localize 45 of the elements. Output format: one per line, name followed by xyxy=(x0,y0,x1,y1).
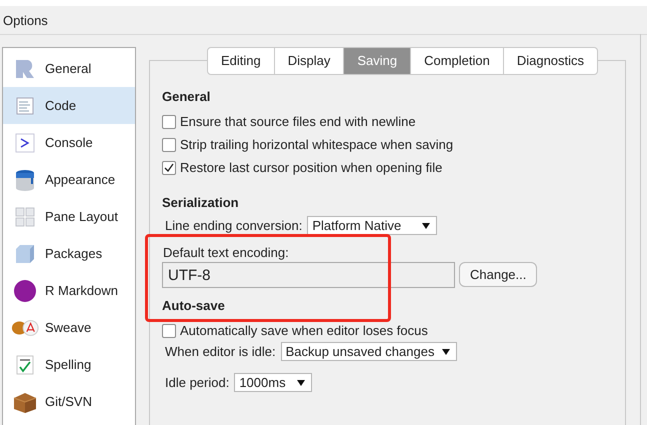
logo-icon xyxy=(14,58,36,80)
change-button[interactable]: Change... xyxy=(459,262,538,287)
prompt-icon xyxy=(14,132,36,154)
sidebar-item[interactable]: Sweave xyxy=(3,309,135,346)
field-label: When editor is idle: xyxy=(165,344,276,359)
sidebar-item[interactable]: Console xyxy=(3,124,135,161)
window-title: Options xyxy=(3,12,48,28)
paint-bucket-icon xyxy=(13,168,37,192)
circle-badge-icon xyxy=(13,278,37,302)
sidebar-item[interactable]: R Markdown xyxy=(3,272,135,309)
grid-icon xyxy=(13,204,37,228)
checkbox-label: Ensure that source files end with newline xyxy=(180,114,416,129)
sidebar-item[interactable]: Spelling xyxy=(3,346,135,383)
tab[interactable]: Completion xyxy=(411,47,504,75)
spell-check-icon xyxy=(14,354,36,376)
field-label: Line ending conversion: xyxy=(165,218,302,233)
checkbox[interactable] xyxy=(162,324,176,338)
line-ending-dropdown[interactable]: Platform Native xyxy=(307,216,438,235)
caret-icon xyxy=(442,348,450,354)
tab[interactable]: Display xyxy=(274,47,344,75)
checkbox[interactable] xyxy=(162,138,176,152)
tab[interactable]: Editing xyxy=(206,47,275,75)
checkbox-label: Automatically save when editor loses focus xyxy=(180,323,428,338)
field-label: Default text encoding: xyxy=(162,245,290,260)
section-heading: Serialization xyxy=(162,195,240,210)
checkbox-label: Restore last cursor position when opening file xyxy=(180,160,442,175)
caret-icon xyxy=(297,380,306,386)
checkbox[interactable] xyxy=(162,114,176,128)
checkbox[interactable] xyxy=(162,160,176,174)
checkbox-label: Strip trailing horizontal whitespace when saving xyxy=(180,137,454,152)
document-icon xyxy=(14,94,36,116)
tab[interactable]: Diagnostics xyxy=(504,47,598,75)
section-heading: Auto-save xyxy=(162,298,226,313)
idle-action-dropdown[interactable]: Backup unsaved changes xyxy=(280,342,458,361)
sidebar-item[interactable]: Git/SVN xyxy=(3,383,135,420)
section-heading: General xyxy=(162,89,212,104)
field-label: Idle period: xyxy=(165,375,230,390)
idle-period-dropdown[interactable]: 1000ms xyxy=(234,373,312,392)
sidebar-item[interactable]: Appearance xyxy=(3,161,135,198)
caret-icon xyxy=(422,222,430,228)
sidebar-item[interactable]: Packages xyxy=(3,235,135,272)
encoding-field[interactable]: UTF-8 xyxy=(162,262,455,288)
sidebar-item[interactable]: General xyxy=(3,50,135,87)
sidebar-item[interactable]: Pane Layout xyxy=(3,198,135,235)
sidebar-item[interactable]: Code xyxy=(3,87,135,124)
